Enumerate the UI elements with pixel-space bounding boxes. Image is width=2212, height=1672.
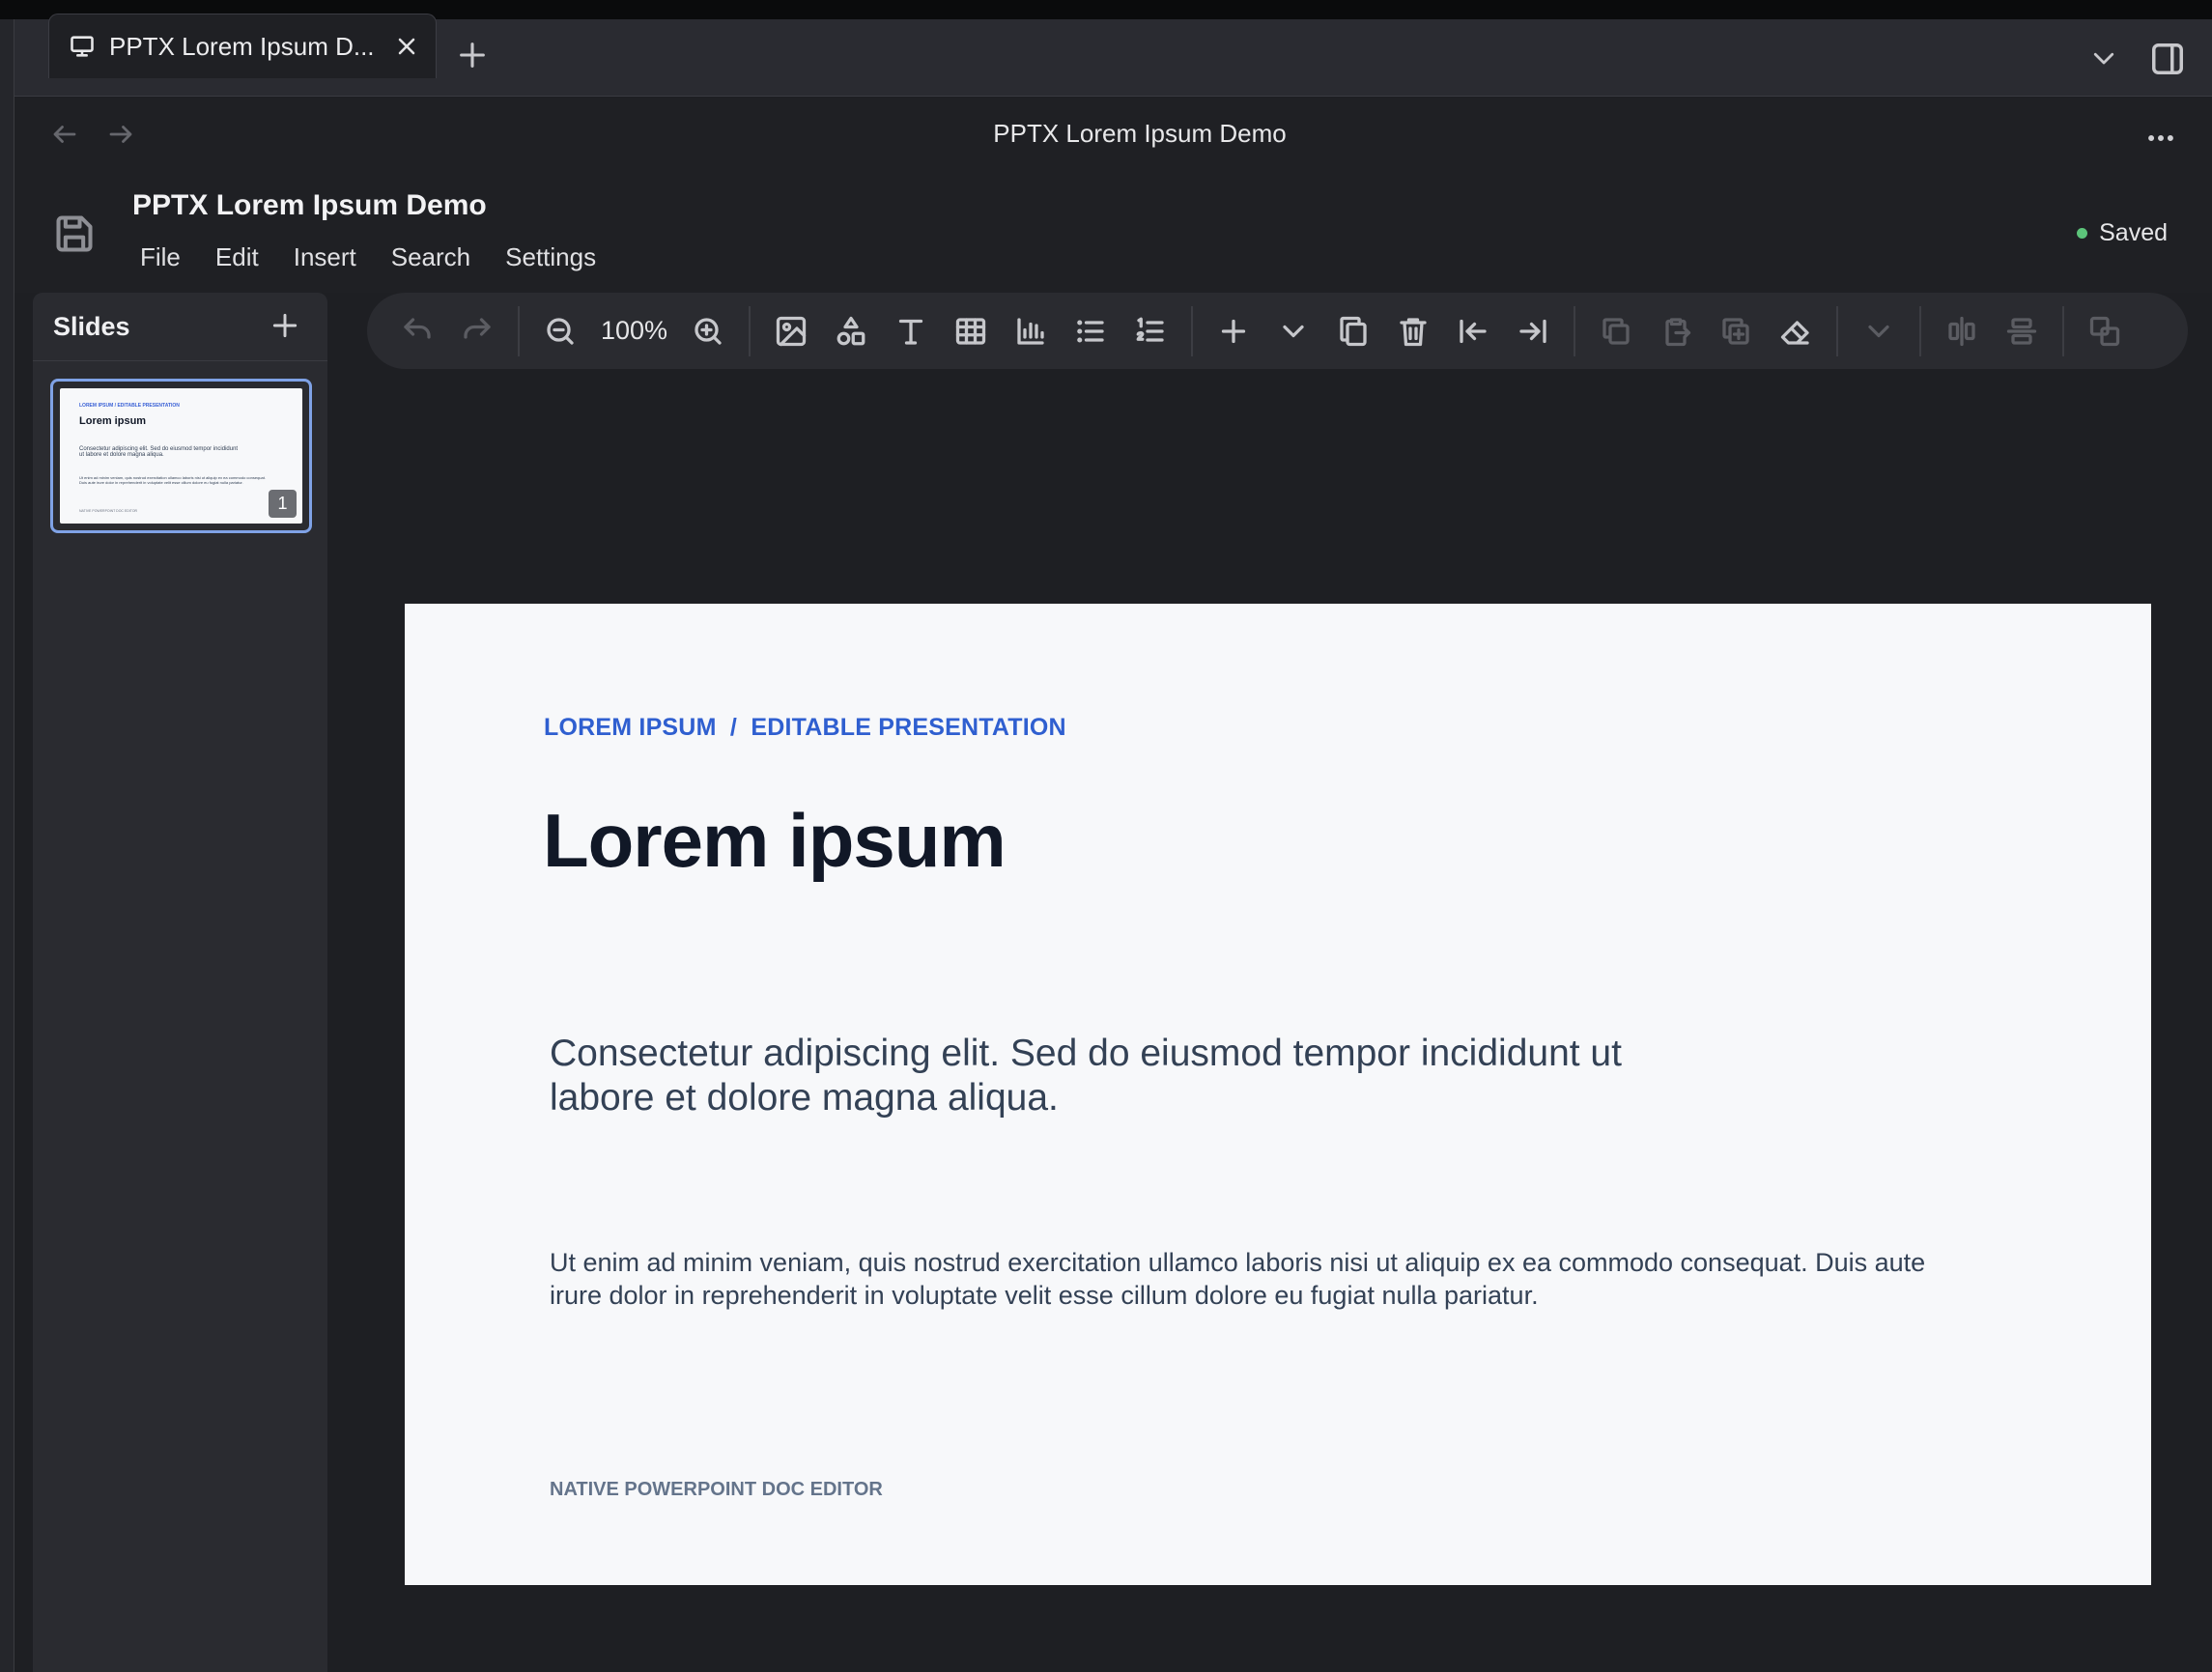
left-edge-panel: [0, 19, 14, 1672]
menu-settings[interactable]: Settings: [505, 242, 596, 272]
tab-title: PPTX Lorem Ipsum D...: [109, 31, 375, 61]
thumb-body: Ut enim ad minim veniam, quis nostrud ex…: [79, 475, 266, 485]
move-last-icon[interactable]: [1514, 312, 1552, 351]
paste-icon[interactable]: [1657, 312, 1695, 351]
image-icon[interactable]: [772, 312, 810, 351]
save-status: Saved: [2077, 219, 2168, 247]
toolbar-divider: [518, 305, 520, 356]
save-icon[interactable]: [53, 213, 96, 255]
status-dot: [2077, 228, 2088, 239]
page-title: PPTX Lorem Ipsum Demo: [993, 119, 1287, 148]
zoom-level[interactable]: 100%: [601, 316, 667, 346]
add-icon[interactable]: [1214, 312, 1253, 351]
thumb-kicker: LOREM IPSUM / EDITABLE PRESENTATION: [79, 403, 180, 409]
bullet-list-icon[interactable]: [1071, 312, 1110, 351]
move-first-icon[interactable]: [1454, 312, 1492, 351]
slide-footer[interactable]: NATIVE POWERPOINT DOC EDITOR: [550, 1479, 883, 1501]
copy-icon[interactable]: [1597, 312, 1635, 351]
sidebar-toggle-icon[interactable]: [2149, 41, 2186, 77]
slide-thumbnail[interactable]: LOREM IPSUM / EDITABLE PRESENTATION Lore…: [50, 379, 312, 533]
redo-icon[interactable]: [458, 312, 496, 351]
duplicate-icon[interactable]: [1334, 312, 1373, 351]
zoom-in-icon[interactable]: [689, 312, 727, 351]
toolbar-divider: [1919, 305, 1922, 356]
dropdown-icon[interactable]: [1859, 312, 1898, 351]
menu-bar: File Edit Insert Search Settings: [140, 242, 631, 272]
menu-insert[interactable]: Insert: [294, 242, 356, 272]
chart-icon[interactable]: [1011, 312, 1050, 351]
menu-edit[interactable]: Edit: [215, 242, 259, 272]
thumb-footer: NATIVE POWERPOINT DOC EDITOR: [79, 509, 138, 513]
numbered-list-icon[interactable]: [1131, 312, 1170, 351]
close-icon[interactable]: [393, 33, 420, 60]
slide-number-badge: 1: [269, 490, 297, 518]
shapes-icon[interactable]: [832, 312, 870, 351]
toolbar-divider: [1191, 305, 1194, 356]
menu-file[interactable]: File: [140, 242, 181, 272]
more-options-icon[interactable]: [2144, 122, 2177, 155]
app-header: [14, 167, 2212, 293]
delete-icon[interactable]: [1394, 312, 1432, 351]
group-icon[interactable]: [2085, 312, 2124, 351]
chevron-down-icon[interactable]: [1274, 312, 1313, 351]
align-center-icon[interactable]: [1943, 312, 1981, 351]
slide-title[interactable]: Lorem ipsum: [543, 797, 1007, 885]
toolbar-divider: [1836, 305, 1839, 356]
presentation-icon: [69, 33, 96, 60]
slide-thumbnail-preview: LOREM IPSUM / EDITABLE PRESENTATION Lore…: [60, 388, 302, 524]
slide[interactable]: LOREM IPSUM / EDITABLE PRESENTATION Lore…: [405, 604, 2151, 1585]
slides-panel: Slides LOREM IPSUM / EDITABLE PRESENTATI…: [33, 293, 327, 1672]
text-icon[interactable]: [892, 312, 930, 351]
menu-search[interactable]: Search: [391, 242, 470, 272]
slide-body-text[interactable]: Ut enim ad minim veniam, quis nostrud ex…: [550, 1246, 1950, 1312]
clone-icon[interactable]: [1716, 312, 1755, 351]
toolbar-divider: [1574, 305, 1576, 356]
status-label: Saved: [2099, 219, 2168, 246]
eraser-icon[interactable]: [1776, 312, 1815, 351]
toolbar-divider: [2062, 305, 2065, 356]
browser-tab[interactable]: PPTX Lorem Ipsum D...: [48, 14, 437, 78]
undo-icon[interactable]: [398, 312, 437, 351]
document-title[interactable]: PPTX Lorem Ipsum Demo: [132, 189, 487, 222]
add-slide-icon[interactable]: [269, 310, 300, 341]
distribute-icon[interactable]: [2002, 312, 2041, 351]
table-icon[interactable]: [951, 312, 990, 351]
zoom-out-icon[interactable]: [541, 312, 580, 351]
toolbar-divider: [749, 305, 752, 356]
thumb-lead: Consectetur adipiscing elit. Sed do eius…: [79, 446, 239, 458]
chevron-down-icon[interactable]: [2089, 43, 2118, 72]
slides-panel-header: Slides: [33, 293, 327, 361]
slide-kicker[interactable]: LOREM IPSUM / EDITABLE PRESENTATION: [544, 714, 1066, 742]
slide-lead-text[interactable]: Consectetur adipiscing elit. Sed do eius…: [550, 1032, 1709, 1120]
editor-toolbar: 100%: [367, 293, 2188, 369]
thumb-title: Lorem ipsum: [79, 415, 147, 427]
new-tab-icon[interactable]: [456, 39, 489, 71]
slides-panel-title: Slides: [53, 312, 130, 341]
